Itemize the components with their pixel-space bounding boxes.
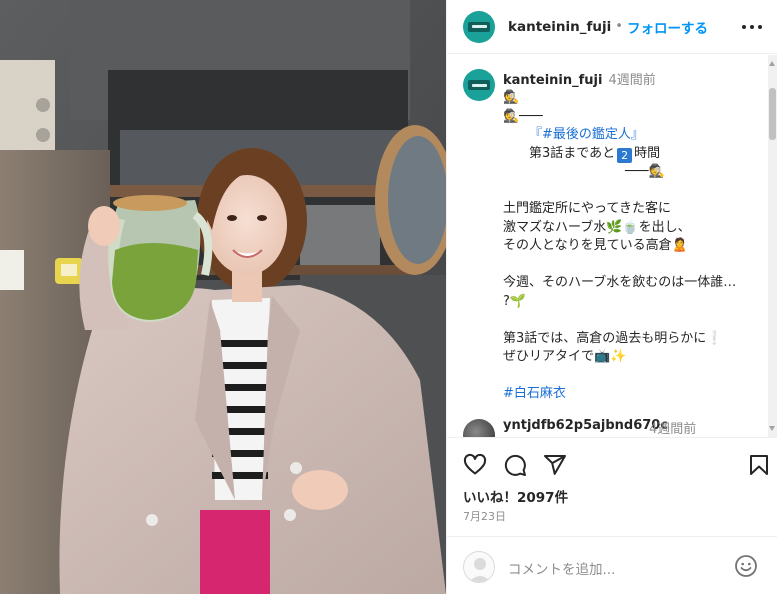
heart-icon[interactable] — [463, 453, 487, 477]
comment-input[interactable]: コメントを追加... — [508, 558, 615, 578]
post-side-panel: kanteinin_fuji • フォローする kanteinin_fuji 4週… — [446, 0, 777, 594]
caption-line: 🕵 — [503, 90, 520, 105]
caption-line: ぜひリアタイで📺✨ — [503, 349, 627, 364]
scroll-thumb[interactable] — [769, 88, 776, 140]
hashtag-link[interactable]: #最後の鑑定人 — [542, 127, 631, 142]
comments-list[interactable]: kanteinin_fuji 4週間前 🕵 🕵─── 『#最後の鑑定人』 第3話ま… — [447, 55, 777, 437]
caption-line: 激マズなハーブ水🌿🍵を出し、 — [503, 219, 691, 235]
scroll-down-icon[interactable] — [769, 426, 775, 431]
keycap-badge: 2 — [617, 147, 633, 163]
caption-text: 🕵 🕵─── 『#最後の鑑定人』 第3話まであと 2 時間 ───🕵 土門鑑定所にや… — [503, 89, 771, 404]
add-comment-bar: コメントを追加... — [447, 536, 777, 594]
post-header: kanteinin_fuji • フォローする — [447, 0, 777, 54]
account-avatar[interactable] — [463, 10, 495, 43]
commenter-username[interactable]: yntjdfb62p5ajbnd670c — [503, 418, 668, 433]
caption-avatar[interactable] — [463, 69, 495, 101]
post-date[interactable]: 7月23日 — [463, 508, 506, 524]
comments-scrollbar[interactable] — [768, 55, 777, 437]
post-actions: いいね！2097件 7月23日 コメントを追加... — [447, 437, 777, 594]
emoji-icon[interactable] — [734, 554, 758, 578]
caption-line: 第3話では、高倉の過去も明らかに❕ — [503, 330, 723, 346]
herb-tea-emoji: 🌿🍵 — [606, 219, 639, 235]
caption-time[interactable]: 4週間前 — [608, 73, 655, 88]
scroll-up-icon[interactable] — [769, 61, 775, 66]
hashtag-link[interactable]: #白石麻衣 — [503, 385, 771, 404]
bookmark-icon[interactable] — [747, 453, 771, 477]
header-username[interactable]: kanteinin_fuji — [508, 19, 611, 35]
separator-dot: • — [615, 19, 623, 34]
caption-line: 土門鑑定所にやってきた客に — [503, 201, 671, 216]
tv-sparkle-emoji: 📺✨ — [594, 349, 627, 364]
caption-username[interactable]: kanteinin_fuji — [503, 73, 602, 88]
caption-line: 今週、そのハーブ水を飲むのは一体誰… — [503, 275, 737, 290]
like-count[interactable]: いいね！2097件 — [463, 486, 568, 506]
commenter-avatar[interactable] — [463, 419, 495, 437]
caption-line: 🕵─── — [503, 108, 543, 124]
post-photo[interactable] — [0, 0, 446, 594]
comment-icon[interactable] — [503, 453, 527, 477]
caption-line: 『#最後の鑑定人』 — [529, 127, 644, 142]
exclamation-emoji: ❕ — [706, 330, 723, 346]
person-emoji: 🙎 — [671, 238, 688, 253]
more-horizontal-icon[interactable] — [742, 19, 762, 35]
follow-button[interactable]: フォローする — [627, 17, 708, 37]
caption-line: ?🌱 — [503, 293, 527, 309]
post-image — [0, 0, 446, 594]
current-user-avatar — [463, 551, 495, 583]
caption-line: 第3話まであと 2 時間 — [529, 145, 661, 163]
caption-line: ───🕵 — [625, 164, 665, 179]
share-icon[interactable] — [543, 453, 567, 477]
caption-line: その人となりを見ている高倉🙎 — [503, 238, 688, 253]
comment-time[interactable]: 4週間前 — [649, 418, 696, 437]
